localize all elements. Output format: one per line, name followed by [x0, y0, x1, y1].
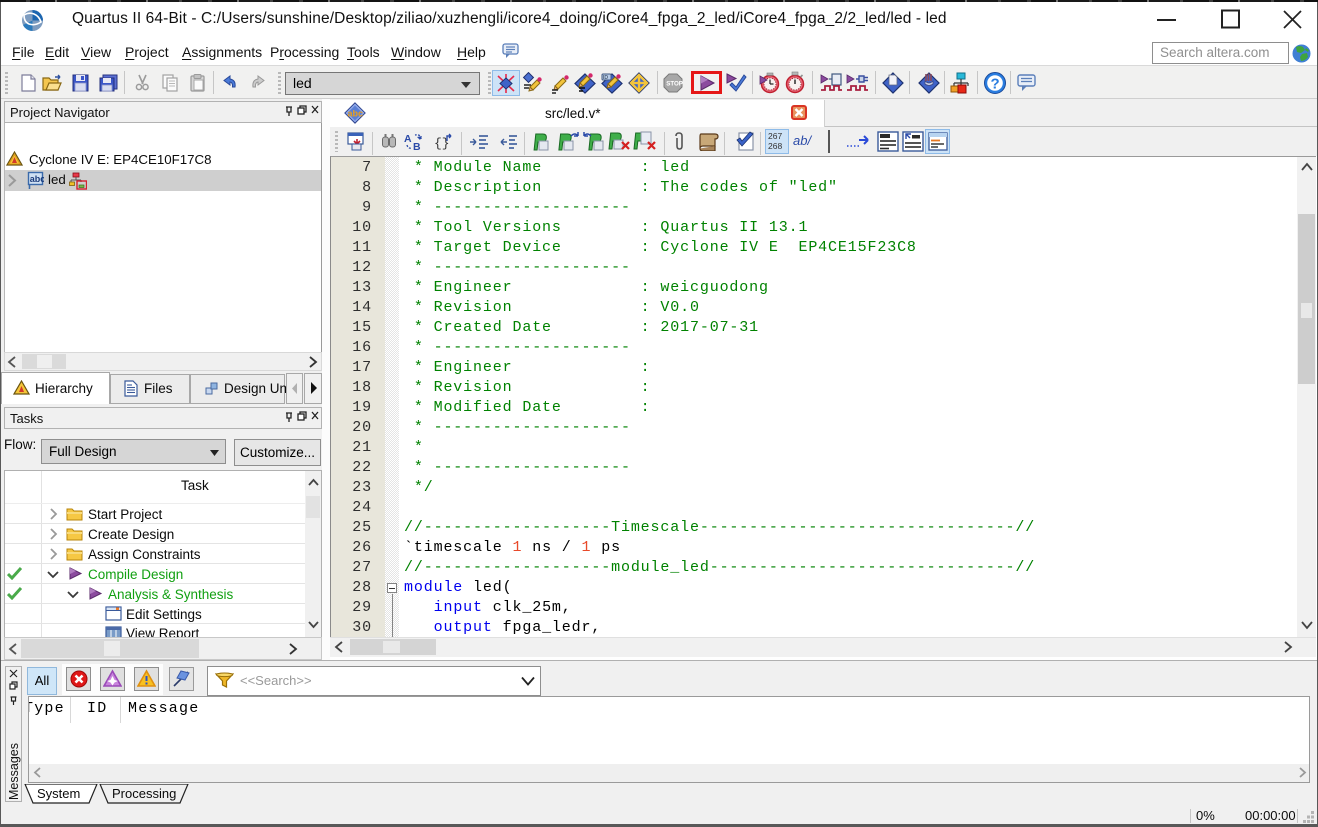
svg-text:ID: ID: [603, 75, 608, 81]
svg-text:abc: abc: [30, 174, 44, 184]
svg-text:B: B: [413, 141, 421, 152]
svg-text:A: A: [404, 133, 412, 145]
svg-text:STOP: STOP: [666, 81, 683, 88]
svg-text:abc: abc: [348, 109, 364, 119]
svg-text:?: ?: [991, 76, 1000, 93]
